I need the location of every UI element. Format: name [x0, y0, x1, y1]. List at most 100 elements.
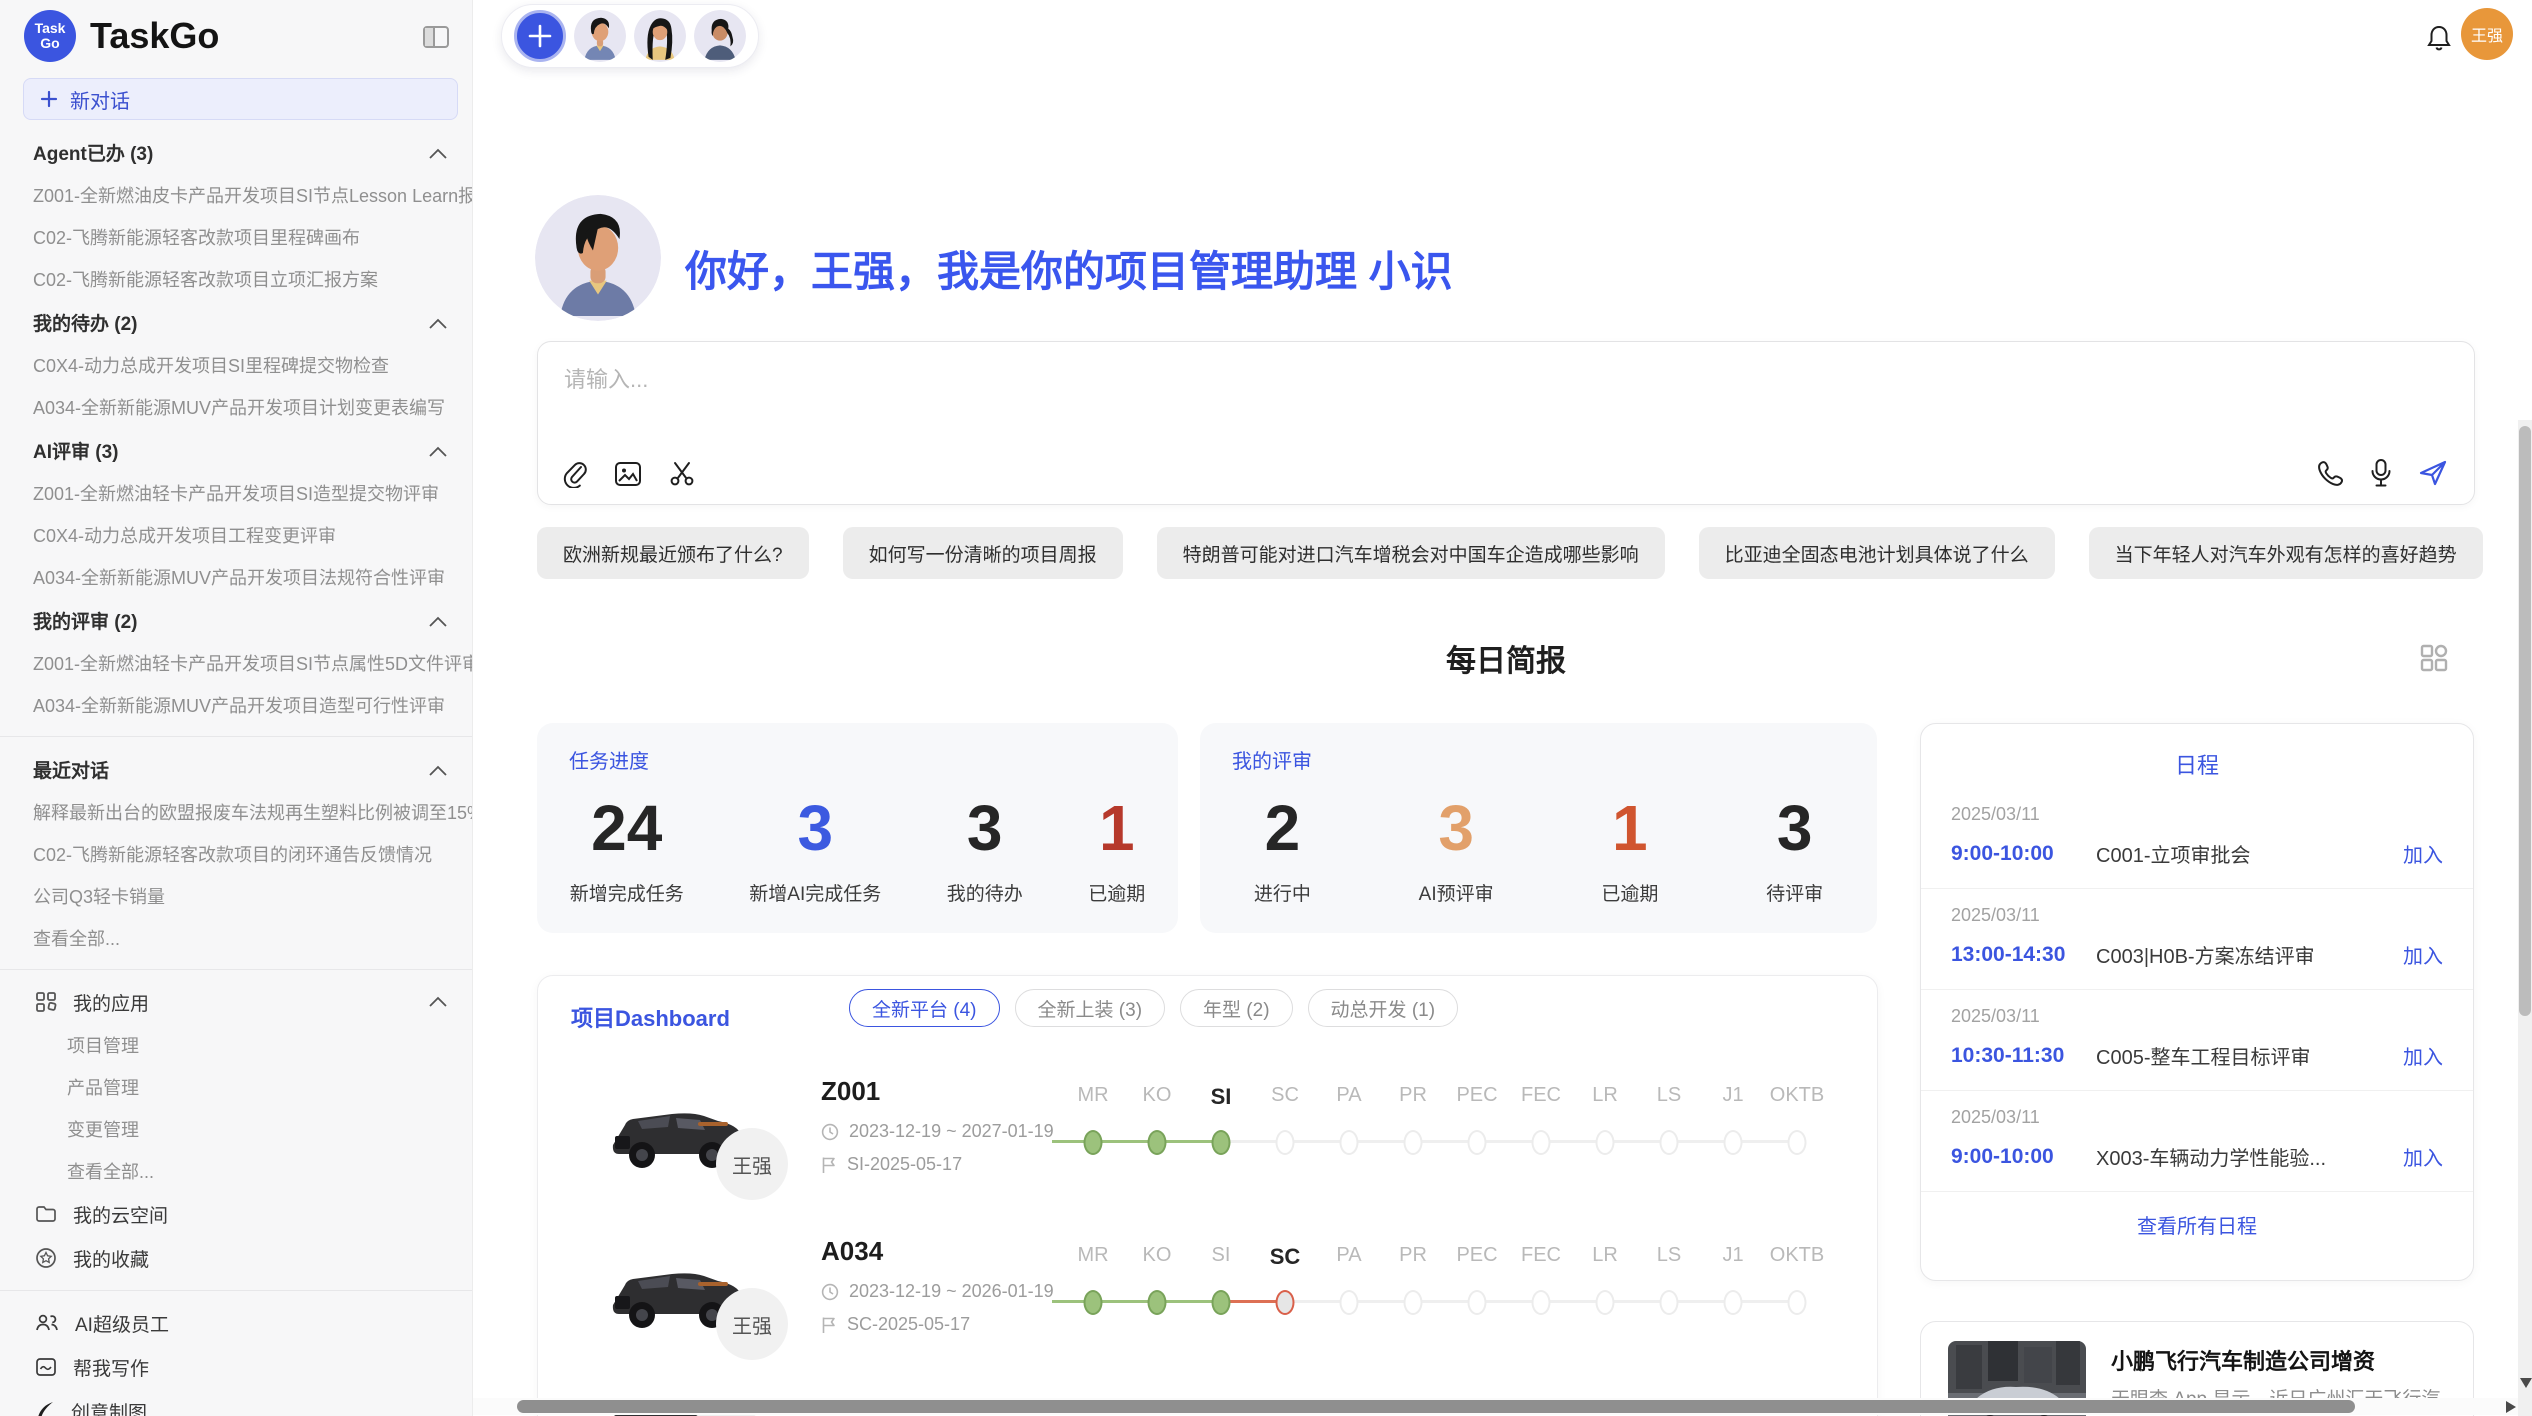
sidebar-section-header[interactable]: 我的待办 (2)	[0, 300, 472, 344]
sidebar-section-header[interactable]: 我的评审 (2)	[0, 598, 472, 642]
image-upload-icon[interactable]	[614, 461, 642, 487]
milestone-dot[interactable]	[1340, 1130, 1359, 1155]
milestone-dot[interactable]	[1596, 1130, 1615, 1155]
milestone-dot[interactable]	[1212, 1290, 1231, 1315]
join-meeting-link[interactable]: 加入	[2403, 940, 2443, 969]
sidebar-section-header[interactable]: AI评审 (3)	[0, 428, 472, 472]
suggestion-chip[interactable]: 特朗普可能对进口汽车增税会对中国车企造成哪些影响	[1157, 527, 1665, 579]
project-dashboard-card: 项目Dashboard 全新平台 (4)全新上装 (3)年型 (2)动总开发 (…	[537, 975, 1878, 1416]
new-chat-button[interactable]: 新对话	[23, 78, 458, 120]
my-apps-sub-item[interactable]: 变更管理	[0, 1108, 472, 1150]
chat-composer[interactable]: 请输入...	[537, 341, 2475, 505]
voice-call-icon[interactable]	[2316, 459, 2344, 487]
chevron-up-icon[interactable]	[428, 761, 448, 783]
milestone-dot[interactable]	[1660, 1290, 1679, 1315]
suggestion-chip[interactable]: 欧洲新规最近颁布了什么?	[537, 527, 809, 579]
milestone-dot[interactable]	[1596, 1290, 1615, 1315]
sidebar-task-item[interactable]: A034-全新新能源MUV产品开发项目造型可行性评审	[0, 684, 472, 726]
recent-conversation-item[interactable]: 解释最新出台的欧盟报废车法规再生塑料比例被调至15%...	[0, 791, 472, 833]
milestone-dot[interactable]	[1084, 1290, 1103, 1315]
milestone-dot[interactable]	[1404, 1290, 1423, 1315]
project-row-a034[interactable]: 王强 A034 2023-12-19 ~ 2026-01-19 SC-2025-…	[538, 1226, 1878, 1386]
join-meeting-link[interactable]: 加入	[2403, 1142, 2443, 1171]
sidebar-task-item[interactable]: Z001-全新燃油轻卡产品开发项目SI造型提交物评审	[0, 472, 472, 514]
project-dates-text: 2023-12-19 ~ 2026-01-19	[849, 1281, 1054, 1302]
horizontal-scrollbar-thumb[interactable]	[517, 1400, 2355, 1413]
add-agent-button[interactable]	[514, 10, 566, 62]
milestone-dot[interactable]	[1724, 1130, 1743, 1155]
user-avatar[interactable]: 王强	[2461, 8, 2513, 60]
view-all-schedule-link[interactable]: 查看所有日程	[1921, 1210, 2473, 1239]
chevron-up-icon[interactable]	[428, 612, 448, 634]
my-apps-sub-item[interactable]: 产品管理	[0, 1066, 472, 1108]
join-meeting-link[interactable]: 加入	[2403, 839, 2443, 868]
dashboard-filter-tab[interactable]: 年型 (2)	[1180, 989, 1293, 1027]
milestone-dot[interactable]	[1212, 1130, 1231, 1155]
milestone-dot[interactable]	[1148, 1290, 1167, 1315]
milestone-dot[interactable]	[1660, 1130, 1679, 1155]
milestone-dot[interactable]	[1468, 1290, 1487, 1315]
sidebar-section-header[interactable]: Agent已办 (3)	[0, 130, 472, 174]
horizontal-scrollbar[interactable]	[473, 1398, 2532, 1415]
sidebar-item-creative-drawing[interactable]: 创意制图	[0, 1389, 472, 1416]
join-meeting-link[interactable]: 加入	[2403, 1041, 2443, 1070]
milestone-dot[interactable]	[1532, 1130, 1551, 1155]
milestone-dot[interactable]	[1532, 1290, 1551, 1315]
notification-bell-icon[interactable]	[2426, 24, 2452, 57]
scroll-right-arrow-icon[interactable]	[2506, 1401, 2516, 1413]
milestone-dot[interactable]	[1276, 1290, 1295, 1315]
send-icon[interactable]	[2418, 459, 2448, 487]
sidebar-task-item[interactable]: Z001-全新燃油皮卡产品开发项目SI节点Lesson Learn报告	[0, 174, 472, 216]
milestone-dot[interactable]	[1404, 1130, 1423, 1155]
milestone-dot[interactable]	[1724, 1290, 1743, 1315]
chevron-up-icon[interactable]	[428, 992, 448, 1014]
attachment-icon[interactable]	[562, 460, 588, 488]
suggestion-chip[interactable]: 当下年轻人对汽车外观有怎样的喜好趋势	[2089, 527, 2483, 579]
sidebar-task-item[interactable]: C02-飞腾新能源轻客改款项目里程碑画布	[0, 216, 472, 258]
dashboard-filter-tab[interactable]: 全新平台 (4)	[849, 989, 1000, 1027]
sidebar-task-item[interactable]: C02-飞腾新能源轻客改款项目立项汇报方案	[0, 258, 472, 300]
suggestion-chip[interactable]: 如何写一份清晰的项目周报	[843, 527, 1123, 579]
sidebar-item-ai-super-staff[interactable]: AI超级员工	[0, 1301, 472, 1345]
layout-grid-icon[interactable]	[2418, 642, 2450, 679]
suggestion-chip[interactable]: 比亚迪全固态电池计划具体说了什么	[1699, 527, 2055, 579]
sidebar-item-my-apps[interactable]: 我的应用	[0, 980, 472, 1024]
recent-conversation-item[interactable]: C02-飞腾新能源轻客改款项目的闭环通告反馈情况	[0, 833, 472, 875]
chevron-up-icon[interactable]	[428, 442, 448, 464]
recent-conversation-item[interactable]: 公司Q3轻卡销量	[0, 875, 472, 917]
agent-avatar-2[interactable]	[634, 10, 686, 62]
sidebar-task-item[interactable]: C0X4-动力总成开发项目SI里程碑提交物检查	[0, 344, 472, 386]
project-row-z001[interactable]: 王强 Z001 2023-12-19 ~ 2027-01-19 SI-2025-…	[538, 1066, 1878, 1226]
vertical-scrollbar-thumb[interactable]	[2519, 426, 2531, 1016]
scroll-down-arrow-icon[interactable]	[2520, 1378, 2532, 1388]
my-apps-sub-item[interactable]: 查看全部...	[0, 1150, 472, 1192]
agent-avatar-3[interactable]	[694, 10, 746, 62]
chevron-up-icon[interactable]	[428, 314, 448, 336]
recent-conversations-header[interactable]: 最近对话	[0, 747, 472, 791]
sidebar-task-item[interactable]: A034-全新新能源MUV产品开发项目法规符合性评审	[0, 556, 472, 598]
milestone-dot[interactable]	[1084, 1130, 1103, 1155]
milestone-dot[interactable]	[1788, 1290, 1807, 1315]
milestone-dot[interactable]	[1340, 1290, 1359, 1315]
chevron-up-icon[interactable]	[428, 144, 448, 166]
sidebar-collapse-icon[interactable]	[422, 24, 450, 55]
milestone-dot[interactable]	[1148, 1130, 1167, 1155]
composer-placeholder: 请输入...	[564, 362, 648, 394]
milestone-dot[interactable]	[1468, 1130, 1487, 1155]
dashboard-filter-tab[interactable]: 全新上装 (3)	[1015, 989, 1166, 1027]
sidebar-task-item[interactable]: C0X4-动力总成开发项目工程变更评审	[0, 514, 472, 556]
sidebar-item-help-me-write[interactable]: 帮我写作	[0, 1345, 472, 1389]
agent-avatar-1[interactable]	[574, 10, 626, 62]
sidebar-item-cloud-space[interactable]: 我的云空间	[0, 1192, 472, 1236]
my-apps-sub-item[interactable]: 项目管理	[0, 1024, 472, 1066]
milestone-dot[interactable]	[1276, 1130, 1295, 1155]
scissors-icon[interactable]	[668, 460, 696, 488]
vertical-scrollbar[interactable]	[2518, 420, 2532, 1416]
dashboard-filter-tab[interactable]: 动总开发 (1)	[1308, 989, 1459, 1027]
sidebar-task-item[interactable]: A034-全新新能源MUV产品开发项目计划变更表编写	[0, 386, 472, 428]
sidebar-item-favorites[interactable]: 我的收藏	[0, 1236, 472, 1280]
milestone-dot[interactable]	[1788, 1130, 1807, 1155]
microphone-icon[interactable]	[2370, 458, 2392, 488]
recent-conversation-item[interactable]: 查看全部...	[0, 917, 472, 959]
sidebar-task-item[interactable]: Z001-全新燃油轻卡产品开发项目SI节点属性5D文件评审	[0, 642, 472, 684]
